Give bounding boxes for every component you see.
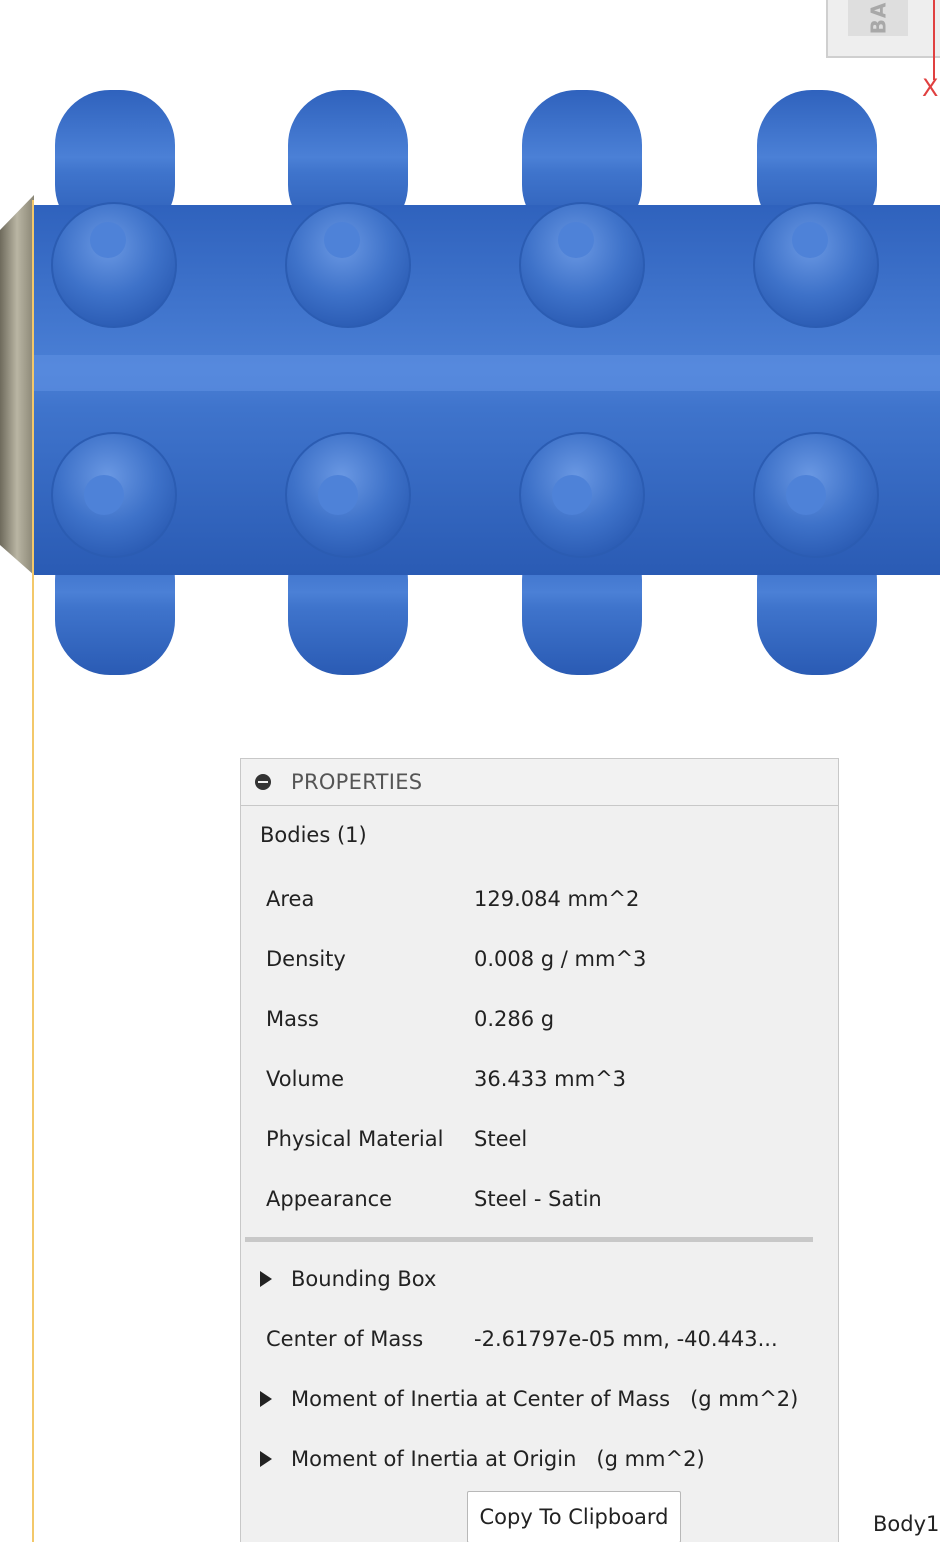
property-label: Area — [266, 887, 315, 911]
moment-center-label: Moment of Inertia at Center of Mass — [291, 1387, 671, 1411]
property-label: Mass — [266, 1007, 319, 1031]
property-label: Density — [266, 947, 346, 971]
property-row-appearance: Appearance Steel - Satin — [266, 1179, 814, 1219]
property-row-area: Area 129.084 mm^2 — [266, 879, 814, 919]
property-value: 36.433 mm^3 — [474, 1067, 627, 1091]
bounding-box-toggle[interactable]: Bounding Box — [260, 1259, 436, 1299]
properties-header[interactable]: PROPERTIES — [241, 759, 838, 806]
properties-title: PROPERTIES — [291, 770, 423, 794]
property-label: Center of Mass — [266, 1327, 424, 1351]
property-row-physical-material: Physical Material Steel — [266, 1119, 814, 1159]
property-label: Physical Material — [266, 1127, 444, 1151]
property-value: -2.61797e-05 mm, -40.443... — [474, 1327, 778, 1351]
property-row-volume: Volume 36.433 mm^3 — [266, 1059, 814, 1099]
expand-triangle-icon[interactable] — [260, 1451, 272, 1467]
viewcube-face[interactable]: BA — [848, 0, 908, 36]
properties-panel: PROPERTIES Bodies (1) Area 129.084 mm^2 … — [240, 758, 839, 1542]
bodies-count: Bodies (1) — [260, 823, 367, 847]
moment-center-unit: (g mm^2) — [690, 1387, 799, 1411]
expand-triangle-icon[interactable] — [260, 1271, 272, 1287]
expand-triangle-icon[interactable] — [260, 1391, 272, 1407]
property-row-density: Density 0.008 g / mm^3 — [266, 939, 814, 979]
property-value: Steel — [474, 1127, 528, 1151]
property-label: Volume — [266, 1067, 345, 1091]
property-value: 129.084 mm^2 — [474, 887, 640, 911]
moment-center-toggle[interactable]: Moment of Inertia at Center of Mass (g m… — [260, 1379, 798, 1419]
property-value: 0.008 g / mm^3 — [474, 947, 647, 971]
model-viewport[interactable] — [0, 0, 940, 740]
property-value: 0.286 g — [474, 1007, 555, 1031]
divider — [245, 1237, 813, 1242]
moment-origin-unit: (g mm^2) — [596, 1447, 705, 1471]
moment-origin-label: Moment of Inertia at Origin — [291, 1447, 577, 1471]
collapse-icon[interactable] — [255, 774, 271, 790]
tool-cone — [0, 195, 34, 575]
property-row-mass: Mass 0.286 g — [266, 999, 814, 1039]
moment-origin-toggle[interactable]: Moment of Inertia at Origin (g mm^2) — [260, 1439, 705, 1479]
body-label: Body1 — [873, 1512, 940, 1536]
property-value: Steel - Satin — [474, 1187, 602, 1211]
property-label: Appearance — [266, 1187, 393, 1211]
property-row-center-of-mass: Center of Mass -2.61797e-05 mm, -40.443.… — [266, 1319, 814, 1359]
sketch-line — [32, 200, 34, 1542]
x-axis-line — [933, 0, 935, 80]
canvas-viewport[interactable]: BA X PROPERTIES Bodies (1) Area 129.084 … — [0, 0, 940, 1542]
copy-to-clipboard-button[interactable]: Copy To Clipboard — [467, 1491, 681, 1542]
x-axis-label: X — [922, 74, 939, 102]
viewcube-face-label: BA — [865, 1, 890, 35]
viewcube[interactable]: BA — [826, 0, 940, 58]
bounding-box-label: Bounding Box — [291, 1267, 437, 1291]
